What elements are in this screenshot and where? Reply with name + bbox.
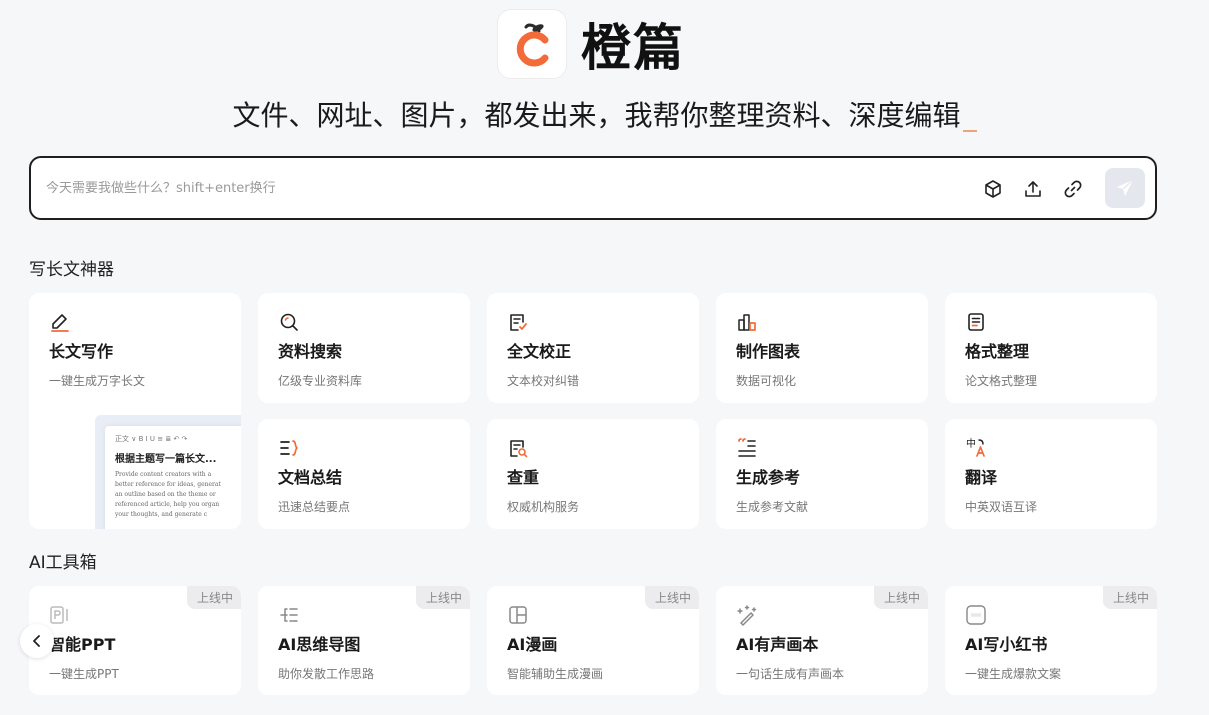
card-references[interactable]: 生成参考 生成参考文献 xyxy=(716,419,928,529)
card-desc: 中英双语互译 xyxy=(965,500,1038,514)
card-desc: 亿级专业资料库 xyxy=(278,374,363,388)
card-desc: 一键生成爆款文案 xyxy=(965,667,1062,681)
card-title: 翻译 xyxy=(965,468,998,487)
status-badge: 上线中 xyxy=(644,586,699,609)
card-title: 文档总结 xyxy=(278,468,343,487)
tagline: 文件、网址、图片，都发出来，我帮你整理资料、深度编辑 xyxy=(0,94,1209,134)
preview-line: Provide content creators with a xyxy=(115,471,212,478)
card-make-chart[interactable]: 制作图表 数据可视化 xyxy=(716,293,928,403)
card-format[interactable]: 格式整理 论文格式整理 xyxy=(945,293,1157,403)
card-desc: 数据可视化 xyxy=(736,374,797,388)
doc-preview: 正文 ∨ B I U ≡ ≣ ↶ ↷ 根据主题写一篇长文... Provide … xyxy=(105,426,241,529)
preview-heading: 根据主题写一篇长文... xyxy=(115,454,217,465)
status-badge: 上线中 xyxy=(415,586,470,609)
pencil-icon xyxy=(49,311,71,333)
doc-format-icon xyxy=(965,311,987,333)
svg-text:中: 中 xyxy=(966,437,976,450)
card-material-search[interactable]: 资料搜索 亿级专业资料库 xyxy=(258,293,470,403)
summary-icon xyxy=(278,437,300,459)
card-title: 格式整理 xyxy=(965,342,1030,361)
magic-wand-icon xyxy=(736,604,758,626)
bar-chart-icon xyxy=(736,311,758,333)
card-comic[interactable]: 上线中 AI漫画 智能辅助生成漫画 xyxy=(487,586,699,695)
ppt-icon xyxy=(49,604,71,626)
card-title: 智能PPT xyxy=(49,635,116,654)
link-icon[interactable] xyxy=(1061,177,1085,201)
card-desc: 智能辅助生成漫画 xyxy=(507,667,604,681)
card-smart-ppt[interactable]: 上线中 智能PPT 一键生成PPT xyxy=(29,586,241,695)
preview-line: referenced article, help you organ xyxy=(115,501,220,508)
card-long-writing[interactable]: 长文写作 一键生成万字长文 正文 ∨ B I U ≡ ≣ ↶ ↷ 根据主题写一篇… xyxy=(29,293,241,529)
card-title: 生成参考 xyxy=(736,468,801,487)
xiaohongshu-icon xyxy=(965,604,987,626)
card-title: 全文校正 xyxy=(507,342,572,361)
card-mindmap[interactable]: 上线中 AI思维导图 助你发散工作思路 xyxy=(258,586,470,695)
scroll-left-button[interactable] xyxy=(20,624,54,658)
card-translate[interactable]: 中 翻译 中英双语互译 xyxy=(945,419,1157,529)
doc-search-icon xyxy=(507,437,529,459)
chevron-left-icon xyxy=(33,635,40,647)
card-summary[interactable]: 文档总结 迅速总结要点 xyxy=(258,419,470,529)
card-desc: 生成参考文献 xyxy=(736,500,809,514)
translate-icon: 中 xyxy=(965,437,987,459)
status-badge: 上线中 xyxy=(1102,586,1157,609)
card-title: 长文写作 xyxy=(49,342,114,361)
orange-c-logo-icon[interactable] xyxy=(497,9,567,79)
send-icon xyxy=(1117,179,1134,196)
prompt-input[interactable] xyxy=(46,176,926,200)
card-title: AI漫画 xyxy=(507,635,558,654)
status-badge: 上线中 xyxy=(186,586,241,609)
card-desc: 论文格式整理 xyxy=(965,374,1038,388)
cube-icon[interactable] xyxy=(981,177,1005,201)
card-desc: 文本校对纠错 xyxy=(507,374,580,388)
card-plagiarism-check[interactable]: 查重 权威机构服务 xyxy=(487,419,699,529)
card-xiaohongshu[interactable]: 上线中 AI写小红书 一键生成爆款文案 xyxy=(945,586,1157,695)
quote-icon xyxy=(736,437,758,459)
preview-line: an outline based on the theme or xyxy=(115,491,216,498)
send-button[interactable] xyxy=(1105,168,1145,208)
card-title: 制作图表 xyxy=(736,342,801,361)
section-title-writing: 写长文神器 xyxy=(29,260,114,280)
card-title: AI有声画本 xyxy=(736,635,819,654)
comic-icon xyxy=(507,604,529,626)
preview-line: better reference for ideas, generat xyxy=(115,481,221,488)
card-proofread[interactable]: 全文校正 文本校对纠错 xyxy=(487,293,699,403)
card-title: 资料搜索 xyxy=(278,342,343,361)
card-desc: 权威机构服务 xyxy=(507,500,580,514)
upload-icon[interactable] xyxy=(1021,177,1045,201)
card-desc: 一键生成万字长文 xyxy=(49,374,146,388)
doc-check-icon xyxy=(507,311,529,333)
search-icon xyxy=(278,311,300,333)
prompt-box xyxy=(29,156,1157,220)
card-desc: 助你发散工作思路 xyxy=(278,667,375,681)
preview-line: your thoughts, and generate c xyxy=(115,511,208,518)
status-badge: 上线中 xyxy=(873,586,928,609)
card-audio-picture-book[interactable]: 上线中 AI有声画本 一句话生成有声画本 xyxy=(716,586,928,695)
brand-header: 橙篇 xyxy=(497,8,685,80)
card-desc: 一键生成PPT xyxy=(49,667,119,681)
tagline-text: 文件、网址、图片，都发出来，我帮你整理资料、深度编辑 xyxy=(232,99,961,132)
app-name: 橙篇 xyxy=(581,19,685,77)
typing-cursor xyxy=(962,130,977,132)
card-desc: 迅速总结要点 xyxy=(278,500,351,514)
preview-toolbar: 正文 ∨ B I U ≡ ≣ ↶ ↷ xyxy=(115,435,188,443)
mindmap-icon xyxy=(278,604,300,626)
card-desc: 一句话生成有声画本 xyxy=(736,667,845,681)
card-title: AI思维导图 xyxy=(278,635,361,654)
card-title: AI写小红书 xyxy=(965,635,1048,654)
card-title: 查重 xyxy=(507,468,540,487)
section-title-ai-tools: AI工具箱 xyxy=(29,553,97,573)
